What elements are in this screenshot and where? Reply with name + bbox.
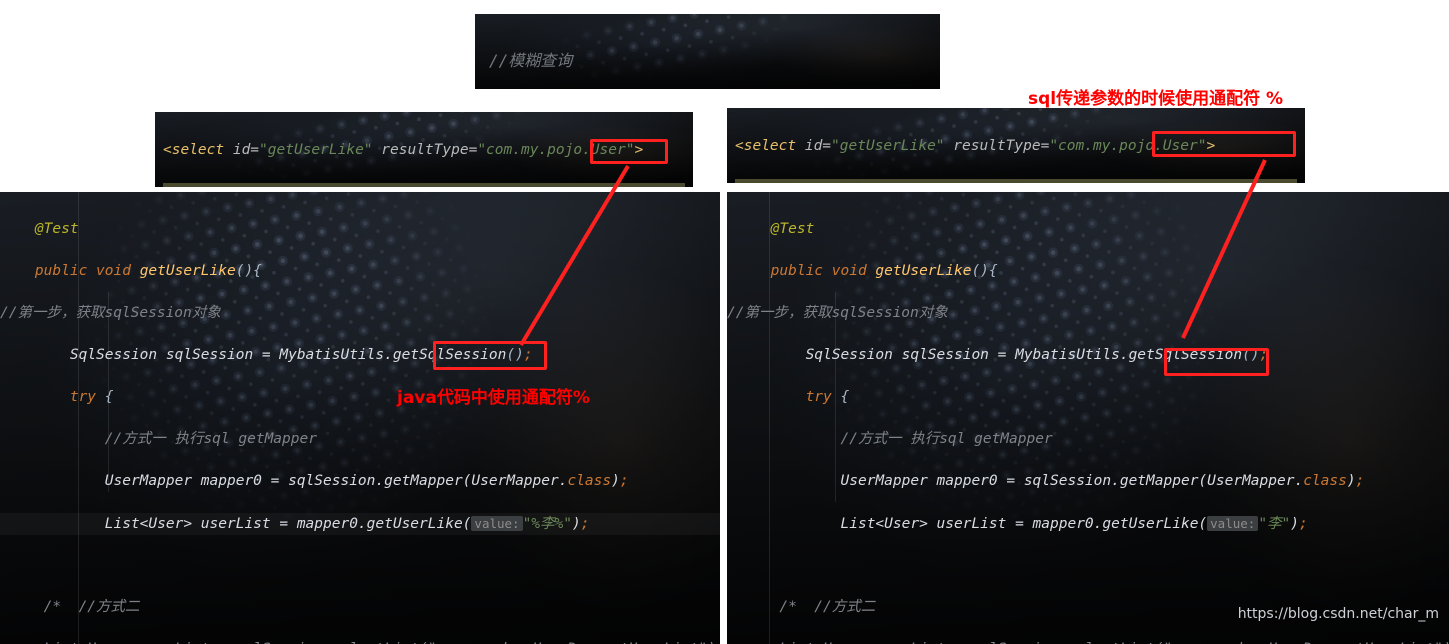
xml-left-attr-id-value: "getUserLike" <box>259 142 373 158</box>
java-right-test-annotation: @Test <box>770 221 815 237</box>
xml-right-attr-resulttype-value: "com.my.pojo.User" <box>1049 138 1207 154</box>
xml-right-tag-open: <select <box>735 138 797 154</box>
signature-code: //模糊查询 List<User> getUserLike(String val… <box>475 14 940 89</box>
java-right-param-value: "李" <box>1258 516 1291 532</box>
xml-left-tag-open: <select <box>163 142 225 158</box>
note-sql-wildcard: sql传递参数的时候使用通配符 % <box>1028 89 1284 109</box>
xml-left-tag-open-close: > <box>634 142 644 158</box>
java-right-param-hint: value: <box>1207 516 1259 531</box>
java-test-panel-left: @Test public void getUserLike(){ //第一步，获… <box>0 192 720 644</box>
signature-comment: //模糊查询 <box>489 51 573 70</box>
java-right-comment-way1: //方式一 执行sql getMapper <box>840 431 1053 447</box>
java-left-comment-step1: //第一步，获取sqlSession对象 <box>0 305 221 321</box>
xml-left-code: <select id="getUserLike" resultType="com… <box>155 112 693 187</box>
xml-left-attr-resulttype-value: "com.my.pojo.User" <box>477 142 635 158</box>
java-right-comment-way2-open: /* //方式二 <box>779 599 876 615</box>
xml-right-attr-id-value: "getUserLike" <box>831 138 945 154</box>
xml-right-sql-placeholder: "%"#{values}"%" <box>1137 182 1268 183</box>
java-left-get-session: SqlSession sqlSession = MybatisUtils.get… <box>69 347 533 363</box>
xml-left-sql-text: select * from mybatis.user where name li… <box>189 186 564 187</box>
xml-right-code: <select id="getUserLike" resultType="com… <box>727 108 1305 183</box>
xml-left-sql-placeholder: #{values} <box>565 186 644 187</box>
java-left-param-value: "%李%" <box>522 516 572 532</box>
xml-left-attr-resulttype-name: resultType= <box>381 142 478 158</box>
method-signature-banner: //模糊查询 List<User> getUserLike(String val… <box>475 14 940 89</box>
java-left-comment-way2-open: /* //方式二 <box>43 599 140 615</box>
xml-right-attr-resulttype-name: resultType= <box>953 138 1050 154</box>
xml-right-attr-id-name: id= <box>804 138 832 154</box>
java-left-test-annotation: @Test <box>34 221 79 237</box>
java-left-method-name: getUserLike <box>139 263 236 279</box>
watermark-url: https://blog.csdn.net/char_m <box>1237 606 1439 622</box>
mapper-xml-panel-right: <select id="getUserLike" resultType="com… <box>727 108 1305 183</box>
java-test-panel-right: @Test public void getUserLike(){ //第一步，获… <box>727 192 1449 644</box>
java-right-method-name: getUserLike <box>875 263 972 279</box>
java-left-comment-way1: //方式一 执行sql getMapper <box>104 431 317 447</box>
xml-left-attr-id-name: id= <box>232 142 260 158</box>
java-left-param-hint: value: <box>471 516 523 531</box>
java-left-code: @Test public void getUserLike(){ //第一步，获… <box>0 192 720 644</box>
mapper-xml-panel-left: <select id="getUserLike" resultType="com… <box>155 112 693 187</box>
note-java-wildcard: java代码中使用通配符% <box>397 388 590 408</box>
xml-right-tag-open-close: > <box>1206 138 1216 154</box>
java-right-code: @Test public void getUserLike(){ //第一步，获… <box>727 192 1449 644</box>
xml-right-sql-text: select * from mybatis.user where name li… <box>761 182 1136 183</box>
java-right-comment-step1: //第一步，获取sqlSession对象 <box>727 305 948 321</box>
